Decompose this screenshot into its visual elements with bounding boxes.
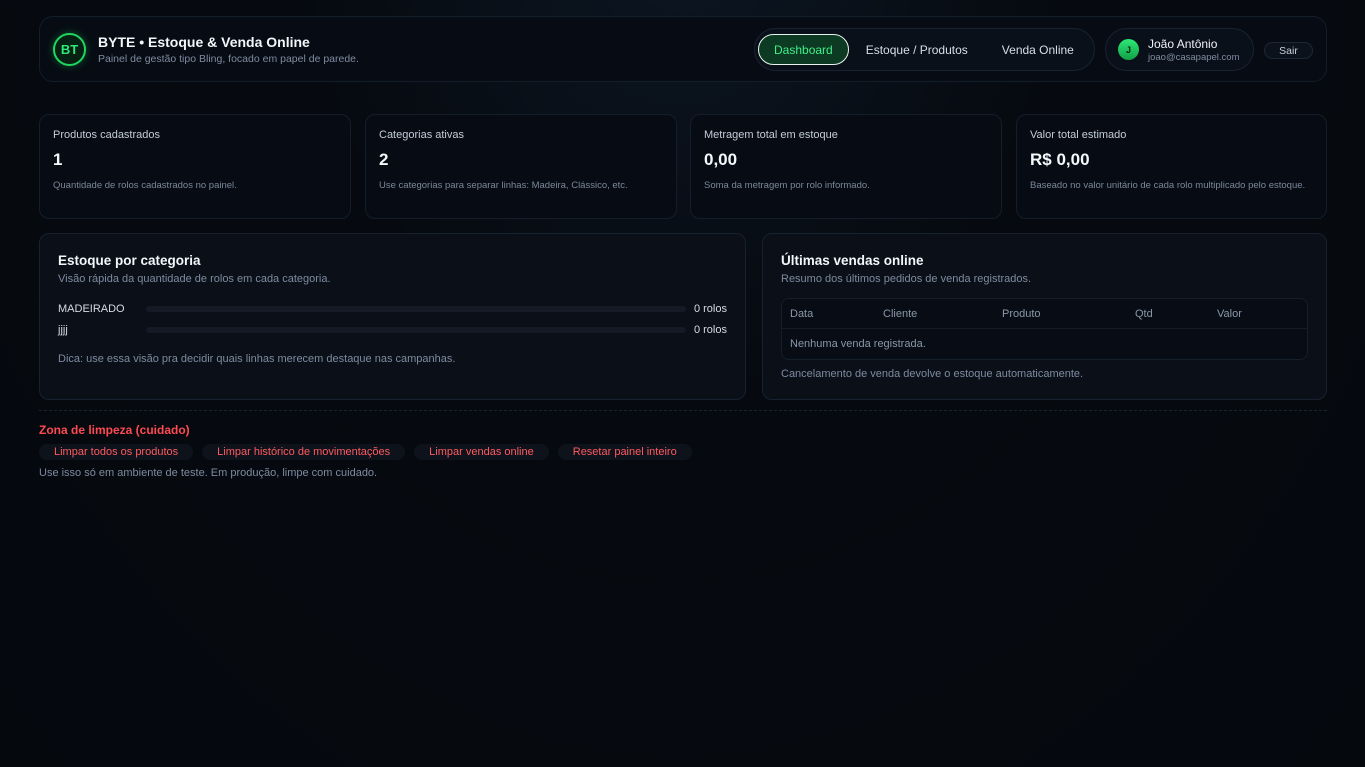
stat-card-valor: Valor total estimado R$ 0,00 Baseado no …: [1016, 114, 1327, 219]
sales-table: Data Cliente Produto Qtd Valor Nenhuma v…: [781, 298, 1308, 360]
stat-label: Valor total estimado: [1030, 129, 1127, 141]
clear-products-button[interactable]: Limpar todos os produtos: [39, 444, 194, 460]
user-chip[interactable]: J João Antônio joao@casapapel.com: [1105, 28, 1254, 71]
category-bar: [146, 305, 686, 312]
table-row: Nenhuma venda registrada.: [782, 329, 1307, 359]
panel-title: Últimas vendas online: [781, 253, 924, 268]
stat-card-produtos: Produtos cadastrados 1 Quantidade de rol…: [39, 114, 351, 219]
app: BT BYTE • Estoque & Venda Online Painel …: [39, 16, 1327, 479]
stat-value: 1: [53, 150, 63, 169]
stat-description: Soma da metragem por rolo informado.: [704, 180, 870, 191]
stat-value: R$ 0,00: [1030, 150, 1090, 169]
stat-label: Categorias ativas: [379, 129, 464, 141]
category-tip: Dica: use essa visão pra decidir quais l…: [58, 353, 456, 365]
category-row: MADEIRADO 0 rolos: [58, 298, 727, 319]
nav-venda-online[interactable]: Venda Online: [985, 34, 1091, 65]
column-header-produto: Produto: [1002, 307, 1041, 320]
stock-by-category-panel: Estoque por categoria Visão rápida da qu…: [39, 233, 746, 400]
panel-subtitle: Resumo dos últimos pedidos de venda regi…: [781, 273, 1032, 285]
stat-card-metragem: Metragem total em estoque 0,00 Soma da m…: [690, 114, 1002, 219]
column-header-cliente: Cliente: [883, 307, 918, 320]
column-header-qtd: Qtd: [1135, 307, 1153, 320]
table-header: Data Cliente Produto Qtd Valor: [782, 299, 1307, 329]
panel-subtitle: Visão rápida da quantidade de rolos em c…: [58, 273, 331, 285]
avatar: J: [1118, 39, 1139, 60]
divider: [39, 410, 1327, 411]
nav-dashboard[interactable]: Dashboard: [758, 34, 849, 65]
empty-state: Nenhuma venda registrada.: [790, 338, 926, 350]
category-count: 0 rolos: [693, 323, 727, 336]
logout-button[interactable]: Sair: [1264, 42, 1313, 59]
recent-sales-panel: Últimas vendas online Resumo dos últimos…: [762, 233, 1327, 400]
column-header-data: Data: [790, 307, 814, 320]
user-email: joao@casapapel.com: [1148, 51, 1240, 63]
reset-panel-button[interactable]: Resetar painel inteiro: [557, 444, 692, 460]
stat-card-categorias: Categorias ativas 2 Use categorias para …: [365, 114, 677, 219]
stat-description: Baseado no valor unitário de cada rolo m…: [1030, 180, 1306, 191]
user-info: João Antônio joao@casapapel.com: [1148, 37, 1240, 63]
nav-estoque-produtos[interactable]: Estoque / Produtos: [849, 34, 985, 65]
category-count: 0 rolos: [693, 302, 727, 315]
stat-value: 2: [379, 150, 389, 169]
danger-zone-actions: Limpar todos os produtos Limpar históric…: [39, 444, 701, 460]
category-name: jjjj: [58, 323, 68, 336]
stats-row: Produtos cadastrados 1 Quantidade de rol…: [39, 114, 1327, 219]
stat-label: Metragem total em estoque: [704, 129, 838, 141]
clear-online-sales-button[interactable]: Limpar vendas online: [414, 444, 549, 460]
top-header: BT BYTE • Estoque & Venda Online Painel …: [39, 16, 1327, 82]
sales-note: Cancelamento de venda devolve o estoque …: [781, 368, 1084, 380]
panel-title: Estoque por categoria: [58, 253, 201, 268]
stat-description: Use categorias para separar linhas: Made…: [379, 180, 628, 191]
brand: BYTE • Estoque & Venda Online Painel de …: [98, 34, 359, 65]
brand-title: BYTE • Estoque & Venda Online: [98, 33, 310, 50]
danger-zone-note: Use isso só em ambiente de teste. Em pro…: [39, 467, 378, 479]
danger-zone-title: Zona de limpeza (cuidado): [39, 423, 190, 437]
brand-logo: BT: [53, 32, 86, 66]
brand-subtitle: Painel de gestão tipo Bling, focado em p…: [98, 52, 359, 65]
category-list: MADEIRADO 0 rolos jjjj 0 rolos: [58, 298, 727, 340]
category-bar: [146, 326, 686, 333]
category-name: MADEIRADO: [58, 302, 125, 315]
category-row: jjjj 0 rolos: [58, 319, 727, 340]
stat-label: Produtos cadastrados: [53, 129, 161, 141]
column-header-valor: Valor: [1217, 307, 1242, 320]
main-nav: Dashboard Estoque / Produtos Venda Onlin…: [754, 28, 1095, 71]
stat-value: 0,00: [704, 150, 738, 169]
stat-description: Quantidade de rolos cadastrados no paine…: [53, 180, 237, 191]
user-name: João Antônio: [1148, 36, 1218, 51]
clear-history-button[interactable]: Limpar histórico de movimentações: [202, 444, 406, 460]
